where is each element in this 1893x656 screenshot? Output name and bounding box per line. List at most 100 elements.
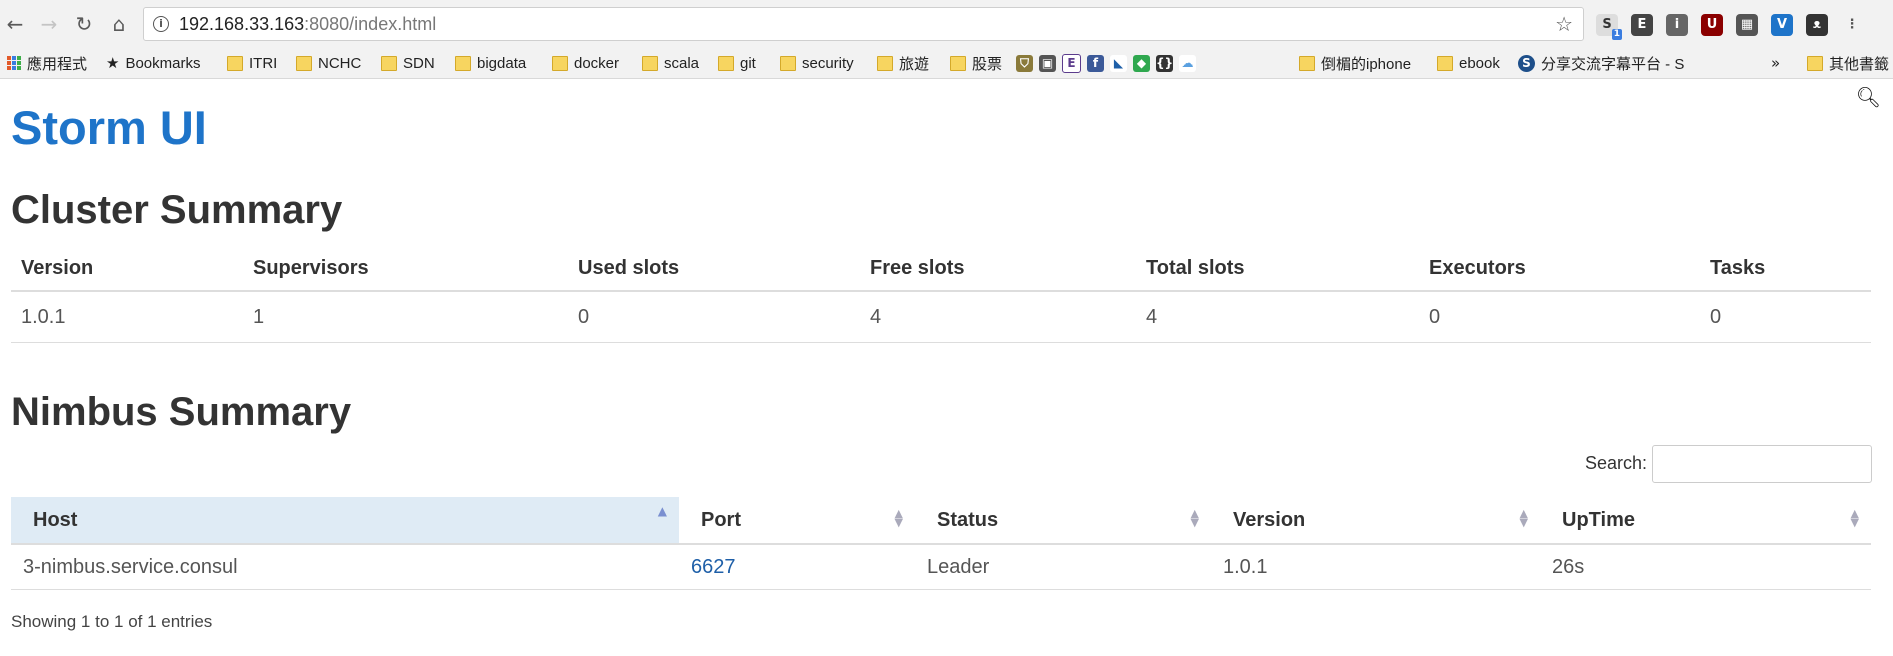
table-cell: 1 xyxy=(243,291,568,343)
star-icon: ★ xyxy=(106,54,120,72)
bookmark-bigdata[interactable]: bigdata xyxy=(455,51,526,75)
column-header-status[interactable]: Status ▲ ▼ xyxy=(915,497,1211,545)
evernote-icon[interactable]: E xyxy=(1631,14,1653,36)
bookmark-stocks[interactable]: 股票 xyxy=(950,51,1002,75)
table-header-row: Version Supervisors Used slots Free slot… xyxy=(11,246,1871,292)
extensions-area: S1 E i U ▦ V ᴥ ⋮ xyxy=(1596,12,1863,40)
bookmark-ebook[interactable]: ebook xyxy=(1437,51,1500,75)
cluster-summary-heading: Cluster Summary xyxy=(11,188,343,232)
bookmark-nchc[interactable]: NCHC xyxy=(296,51,361,75)
table-cell: 0 xyxy=(568,291,860,343)
search-icon[interactable]: 🔍︎ xyxy=(1856,85,1881,109)
site-info-icon[interactable]: i xyxy=(153,16,169,32)
menu-icon[interactable]: ⋮ xyxy=(1841,14,1863,36)
search-input[interactable] xyxy=(1652,445,1872,483)
sort-icon: ▲ ▼ xyxy=(1190,507,1199,529)
table-row: 1.0.1 1 0 4 4 0 0 xyxy=(11,291,1871,343)
sort-icon: ▲ ▼ xyxy=(894,507,903,529)
bookmark-subtitle-platform[interactable]: S 分享交流字幕平台 - S xyxy=(1518,51,1753,75)
video-icon[interactable]: ▣ xyxy=(1039,54,1056,72)
column-header: Version xyxy=(11,246,243,292)
folder-icon xyxy=(718,55,734,71)
folder-icon xyxy=(1299,55,1315,71)
table-row: 3-nimbus.service.consul 6627 Leader 1.0.… xyxy=(11,544,1871,590)
folder-icon xyxy=(780,55,796,71)
url-text[interactable]: 192.168.33.163:8080/index.html xyxy=(179,14,436,35)
bookmark-bookmarks[interactable]: ★ Bookmarks xyxy=(106,51,200,75)
page-title: Storm UI xyxy=(11,101,207,154)
table-cell: 1.0.1 xyxy=(11,291,243,343)
bookmark-other[interactable]: 其他書籤 xyxy=(1807,51,1893,75)
address-bar[interactable]: i 192.168.33.163:8080/index.html ☆ xyxy=(143,7,1584,41)
status-cell: Leader xyxy=(915,544,1211,590)
folder-icon xyxy=(296,55,312,71)
bookmark-sdn[interactable]: SDN xyxy=(381,51,435,75)
uptime-cell: 26s xyxy=(1540,544,1871,590)
table-header-row: Host ▲ Port ▲ ▼ Status ▲ ▼ Version ▲ ▼ UpTime ▲ ▼ xyxy=(11,497,1871,545)
port-link[interactable]: 6627 xyxy=(691,556,736,578)
column-header-version[interactable]: Version ▲ ▼ xyxy=(1211,497,1540,545)
folder-icon xyxy=(1437,55,1453,71)
bookmark-travel[interactable]: 旅遊 xyxy=(877,51,929,75)
host-cell: 3-nimbus.service.consul xyxy=(11,544,679,590)
column-header: Supervisors xyxy=(243,246,568,292)
sort-icon: ▲ ▼ xyxy=(1519,507,1528,529)
home-icon[interactable]: ⌂ xyxy=(107,12,131,36)
folder-icon xyxy=(455,55,471,71)
search-label: Search: xyxy=(1585,453,1648,473)
back-icon[interactable]: ← xyxy=(3,12,27,36)
folder-icon xyxy=(1807,55,1823,71)
ublock-icon[interactable]: U xyxy=(1701,14,1723,36)
table-cell: 4 xyxy=(1136,291,1419,343)
s-site-icon: S xyxy=(1518,54,1535,72)
browser-toolbar: ← → ↻ ⌂ i 192.168.33.163:8080/index.html… xyxy=(0,0,1893,48)
reload-icon[interactable]: ↻ xyxy=(72,12,96,36)
folder-icon xyxy=(227,55,243,71)
folder-icon xyxy=(950,55,966,71)
sort-ascending-icon: ▲ xyxy=(657,504,667,518)
bookmark-itri[interactable]: ITRI xyxy=(227,51,277,75)
bookmark-apps[interactable]: 應用程式 xyxy=(7,51,87,75)
column-header-port[interactable]: Port ▲ ▼ xyxy=(679,497,915,545)
column-header: Total slots xyxy=(1136,246,1419,292)
bookmark-git[interactable]: git xyxy=(718,51,756,75)
cloud-icon[interactable]: ☁ xyxy=(1179,54,1196,72)
facebook-icon[interactable]: f xyxy=(1087,54,1104,72)
more-bookmarks-icon[interactable]: » xyxy=(1771,51,1780,75)
qr-code-icon[interactable]: ▦ xyxy=(1736,14,1758,36)
column-header: Free slots xyxy=(860,246,1136,292)
table-cell: 4 xyxy=(860,291,1136,343)
diamond-icon[interactable]: ◆ xyxy=(1133,54,1150,72)
forward-icon[interactable]: → xyxy=(37,12,61,36)
table-cell: 0 xyxy=(1419,291,1700,343)
version-cell: 1.0.1 xyxy=(1211,544,1540,590)
extension-s-icon[interactable]: S1 xyxy=(1596,14,1622,40)
table-cell: 0 xyxy=(1700,291,1871,343)
bird-icon[interactable]: ◣ xyxy=(1110,54,1127,72)
column-header: Tasks xyxy=(1700,246,1871,292)
folder-icon xyxy=(877,55,893,71)
nimbus-summary-table: Host ▲ Port ▲ ▼ Status ▲ ▼ Version ▲ ▼ UpTime ▲ ▼… xyxy=(11,497,1871,590)
sort-icon: ▲ ▼ xyxy=(1850,507,1859,529)
bookmark-security[interactable]: security xyxy=(780,51,854,75)
column-header: Executors xyxy=(1419,246,1700,292)
folder-icon xyxy=(552,55,568,71)
bookmark-star-icon[interactable]: ☆ xyxy=(1555,12,1573,36)
folder-icon xyxy=(642,55,658,71)
bookmark-favicons: ⛉ ▣ E f ◣ ◆ {} ☁ xyxy=(1016,51,1196,75)
info-extension-icon[interactable]: i xyxy=(1666,14,1688,36)
shield-icon[interactable]: ⛉ xyxy=(1016,54,1033,72)
column-header-uptime[interactable]: UpTime ▲ ▼ xyxy=(1540,497,1871,545)
column-header-host[interactable]: Host ▲ xyxy=(11,497,679,545)
port-cell: 6627 xyxy=(679,544,915,590)
bookmark-iphone[interactable]: 倒楣的iphone xyxy=(1299,51,1411,75)
bookmark-docker[interactable]: docker xyxy=(552,51,619,75)
cluster-summary-table: Version Supervisors Used slots Free slot… xyxy=(11,246,1871,343)
e-site-icon[interactable]: E xyxy=(1062,53,1081,73)
cat-extension-icon[interactable]: ᴥ xyxy=(1806,14,1828,36)
folder-icon xyxy=(381,55,397,71)
table-info: Showing 1 to 1 of 1 entries xyxy=(11,612,213,631)
v-extension-icon[interactable]: V xyxy=(1771,14,1793,36)
braces-icon[interactable]: {} xyxy=(1156,54,1173,72)
bookmark-scala[interactable]: scala xyxy=(642,51,699,75)
